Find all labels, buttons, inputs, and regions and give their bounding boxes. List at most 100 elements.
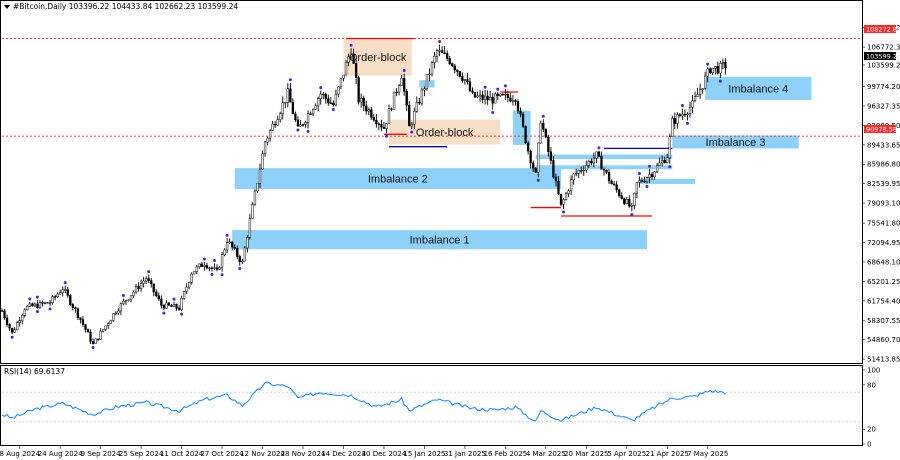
fractal-up-marker	[319, 86, 323, 90]
price-tick-label: 51413.85	[867, 356, 900, 364]
candle-body	[605, 169, 608, 173]
candle-body	[304, 122, 307, 125]
candle-body	[387, 108, 391, 124]
candle-body	[372, 117, 375, 121]
candle-body	[289, 88, 292, 103]
time-tick-label: 21 Apr 2025	[646, 450, 689, 458]
candle-body	[716, 66, 719, 74]
candle-body	[210, 267, 214, 269]
price-tick-label: 89433.65	[867, 141, 900, 149]
fractal-up-marker	[202, 257, 206, 261]
candle-body	[709, 68, 712, 74]
candle-body	[415, 101, 418, 112]
candle-body	[481, 94, 484, 100]
fractal-down-marker	[296, 128, 300, 132]
candle-body	[157, 295, 160, 300]
candle-body	[476, 95, 479, 98]
candle-body	[612, 183, 616, 186]
candle-body	[248, 218, 252, 238]
candle-body	[79, 317, 82, 320]
candle-body	[463, 79, 467, 81]
candle-body	[658, 162, 661, 166]
price-axis[interactable]: 110219.20106772.35103599.2499774.2096327…	[862, 24, 900, 364]
candle-body	[251, 204, 254, 219]
candle-body	[134, 286, 138, 293]
candle-body	[23, 309, 26, 316]
candle-body	[104, 325, 107, 330]
fractal-up-marker	[121, 294, 125, 298]
candle-body	[268, 130, 272, 139]
candle-body	[180, 297, 183, 310]
candle-body	[91, 341, 95, 344]
candle-body	[650, 174, 654, 178]
fractal-down-marker	[10, 335, 14, 339]
candle-body	[53, 296, 57, 298]
candle-body	[643, 181, 646, 183]
candle-body	[466, 79, 469, 83]
candle-body	[276, 119, 279, 126]
candle-body	[86, 329, 90, 333]
candle-body	[496, 93, 499, 96]
candle-body	[99, 331, 102, 340]
candle-body	[610, 180, 613, 185]
candle-body	[392, 91, 396, 110]
candle-body	[253, 190, 257, 205]
fractal-down-marker	[668, 165, 672, 169]
candle-body	[365, 105, 368, 112]
time-tick-label: 4 Mar 2025	[526, 450, 566, 458]
candle-body	[628, 198, 631, 207]
fractal-up-marker	[225, 233, 229, 237]
candle-body	[423, 88, 426, 91]
candle-body	[648, 174, 651, 178]
time-tick-label: 30 Dec 2024	[362, 450, 407, 458]
fractal-up-marker	[147, 270, 151, 274]
candle-body	[182, 291, 186, 299]
imbalance-zone	[535, 154, 673, 160]
candle-body	[48, 302, 52, 304]
upper-line-badge: 108272.88	[866, 26, 900, 34]
candle-body	[198, 263, 201, 268]
candle-body	[448, 58, 451, 64]
candle-body	[344, 62, 348, 76]
candle-body	[370, 109, 373, 118]
candle-body	[142, 280, 145, 284]
candle-body	[296, 119, 300, 127]
candle-body	[572, 173, 575, 181]
candle-body	[704, 75, 707, 89]
candle-body	[263, 141, 267, 155]
candle-body	[542, 122, 545, 130]
candle-body	[61, 289, 64, 293]
candle-body	[486, 95, 489, 101]
candle-body	[382, 126, 386, 129]
candle-body	[453, 65, 456, 71]
candle-body	[339, 77, 343, 87]
candle-body	[585, 165, 588, 171]
fractal-down-marker	[718, 79, 722, 83]
price-tick-label: 99774.20	[867, 83, 900, 91]
candle-body	[390, 108, 393, 110]
candle-body	[557, 180, 560, 195]
candle-body	[177, 307, 181, 310]
fractal-up-marker	[28, 297, 32, 301]
candle-body	[137, 286, 140, 289]
fractal-down-marker	[536, 178, 540, 182]
candle-body	[499, 93, 502, 96]
candle-body	[243, 247, 246, 262]
candle-body	[0, 310, 4, 312]
candle-body	[175, 304, 178, 309]
candle-body	[506, 93, 510, 98]
candle-body	[332, 102, 335, 106]
candle-body	[190, 273, 193, 283]
candle-body	[696, 94, 699, 97]
price-tick-label: 103599.24	[867, 61, 900, 69]
time-axis[interactable]: 8 Aug 202424 Aug 20249 Sep 202425 Sep 20…	[0, 446, 728, 458]
candle-body	[66, 289, 69, 296]
time-tick-label: 7 May 2025	[687, 450, 728, 458]
candle-body	[582, 169, 585, 172]
candle-body	[595, 151, 598, 159]
candle-body	[529, 150, 532, 164]
candle-body	[509, 97, 512, 102]
chart-canvas[interactable]: Order-block Order-block Imbalance 2 Imbalan…	[0, 0, 900, 460]
imbalance-label: Imbalance 4	[728, 83, 788, 95]
current-price-badge: 103599.24	[866, 53, 900, 61]
